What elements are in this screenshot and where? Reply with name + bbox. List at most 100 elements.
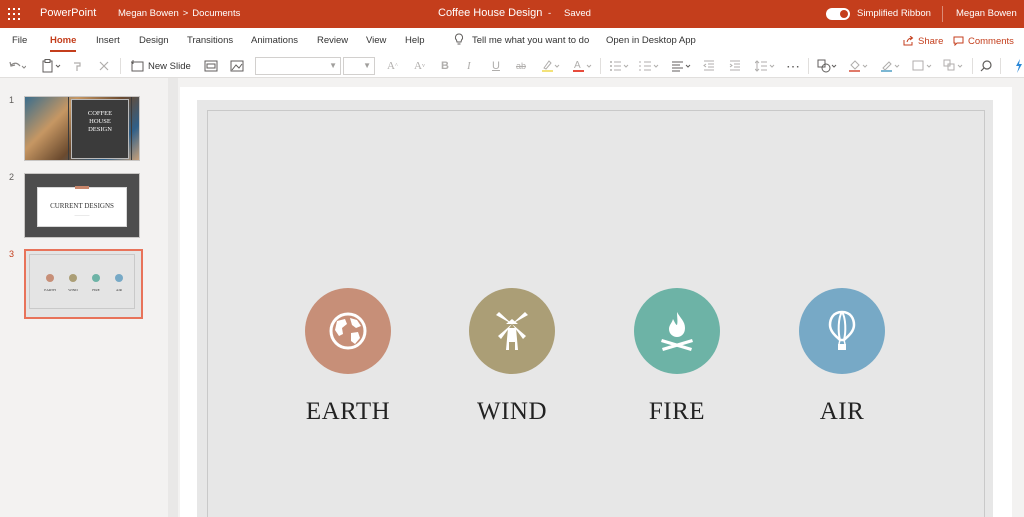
air-label[interactable]: AIR (772, 398, 912, 426)
font-color-icon: A (573, 60, 592, 72)
strikethrough-icon[interactable]: ab (516, 58, 526, 74)
bold-icon[interactable]: B (441, 58, 449, 74)
fire-circle[interactable] (634, 288, 720, 374)
wind-circle[interactable] (469, 288, 555, 374)
accent-bar (75, 186, 89, 189)
hot-air-balloon-icon (828, 310, 856, 350)
shrink-font-icon[interactable]: Av (414, 58, 425, 74)
find-button[interactable] (980, 58, 992, 74)
pane-splitter[interactable] (168, 78, 178, 517)
grow-font-icon[interactable]: A ^ (387, 58, 398, 74)
comment-icon (953, 36, 964, 46)
arrange-button[interactable] (943, 58, 965, 74)
share-button[interactable]: Share (898, 32, 948, 50)
windmill-icon (496, 312, 528, 350)
clipboard-icon (42, 59, 61, 73)
mini-label: AIR (115, 288, 123, 292)
pen-icon (881, 61, 900, 72)
cut-button[interactable] (98, 58, 110, 74)
slide-thumbnail-2[interactable]: CURRENT DESIGNS —————— (24, 173, 140, 238)
tab-help[interactable]: Help (405, 35, 425, 46)
slide-number-1: 1 (9, 95, 15, 105)
shape-effects-icon (912, 60, 932, 71)
ribbon-toolbar: New Slide ▼ ▼ A ^ Av B I U ab A ⋯ (0, 54, 1024, 78)
bullets-button[interactable] (609, 58, 631, 74)
svg-text:A: A (574, 60, 581, 71)
breadcrumb: Megan Bowen > Documents (118, 8, 240, 19)
shape-outline-button[interactable] (880, 58, 902, 74)
picture-icon (230, 60, 244, 72)
slide-1-title-line: HOUSE (89, 118, 111, 125)
breadcrumb-user[interactable]: Megan Bowen (118, 8, 179, 19)
toolbar-divider (600, 58, 601, 74)
fire-label[interactable]: FIRE (607, 398, 747, 426)
slide-thumbnail-1[interactable]: COFFEE HOUSE DESIGN (24, 96, 140, 161)
open-in-desktop-app-button[interactable]: Open in Desktop App (606, 35, 696, 46)
line-spacing-icon (755, 60, 775, 72)
tab-animations[interactable]: Animations (251, 35, 298, 46)
mini-air-circle (115, 274, 123, 282)
highlight-button[interactable] (541, 58, 561, 74)
tab-design[interactable]: Design (139, 35, 169, 46)
toolbar-divider (120, 58, 121, 74)
font-name-combo[interactable]: ▼ (255, 57, 341, 75)
new-slide-button[interactable]: New Slide (130, 58, 191, 74)
tab-home[interactable]: Home (50, 35, 77, 52)
shape-fill-button[interactable] (848, 58, 870, 74)
italic-icon[interactable]: I (467, 58, 471, 74)
tab-transitions[interactable]: Transitions (187, 35, 233, 46)
share-label: Share (918, 35, 944, 47)
app-launcher-icon[interactable] (8, 8, 20, 20)
font-size-combo[interactable]: ▼ (343, 57, 375, 75)
mini-wind-circle (69, 274, 77, 282)
decrease-indent-button[interactable] (703, 58, 715, 74)
tab-review[interactable]: Review (317, 35, 348, 46)
toolbar-divider (808, 58, 809, 74)
picture-button[interactable] (230, 58, 244, 74)
chevron-down-icon: ▼ (329, 61, 337, 70)
search-icon (980, 60, 992, 72)
tab-file[interactable]: File (12, 35, 27, 46)
numbering-button[interactable] (639, 58, 661, 74)
format-painter-button[interactable] (72, 58, 84, 74)
earth-circle[interactable] (305, 288, 391, 374)
slide-thumbnail-3[interactable]: EARTH WIND FIRE AIR (24, 249, 143, 319)
mini-fire-circle (92, 274, 100, 282)
slide-number-2: 2 (9, 172, 15, 182)
earth-label[interactable]: EARTH (278, 398, 418, 426)
titlebar-divider (942, 6, 943, 22)
designer-icon[interactable] (1013, 54, 1024, 78)
undo-button[interactable] (8, 58, 26, 74)
shapes-button[interactable] (817, 58, 839, 74)
slide-number-3: 3 (9, 249, 15, 259)
increase-indent-button[interactable] (729, 58, 741, 74)
shapes-icon (817, 59, 837, 73)
tab-view[interactable]: View (366, 35, 386, 46)
tab-insert[interactable]: Insert (96, 35, 120, 46)
campfire-icon (661, 312, 693, 351)
align-button[interactable] (671, 58, 693, 74)
tell-me-search[interactable]: Tell me what you want to do (472, 35, 589, 46)
slide-1-title-line: COFFEE (87, 110, 113, 117)
shape-effects-button[interactable] (912, 58, 934, 74)
document-title[interactable]: Coffee House Design (438, 7, 542, 19)
paste-button[interactable] (42, 58, 62, 74)
underline-icon[interactable]: U (492, 58, 500, 74)
layout-button[interactable] (204, 58, 218, 74)
wind-label[interactable]: WIND (442, 398, 582, 426)
layout-icon (204, 60, 218, 72)
title-separator: - (548, 8, 552, 19)
app-name[interactable]: PowerPoint (40, 7, 96, 19)
more-options-icon[interactable]: ⋯ (786, 58, 801, 74)
breadcrumb-folder[interactable]: Documents (192, 8, 240, 19)
account-name[interactable]: Megan Bowen (956, 8, 1017, 19)
toolbar-divider (1000, 58, 1001, 74)
slide-1-title: COFFEE HOUSE DESIGN (71, 110, 129, 134)
mini-label: EARTH (44, 288, 56, 292)
align-left-icon (672, 61, 691, 72)
comments-button[interactable]: Comments (953, 32, 1014, 50)
air-circle[interactable] (799, 288, 885, 374)
line-spacing-button[interactable] (755, 58, 777, 74)
font-color-button[interactable]: A (572, 58, 594, 74)
simplified-ribbon-toggle[interactable] (826, 8, 850, 20)
